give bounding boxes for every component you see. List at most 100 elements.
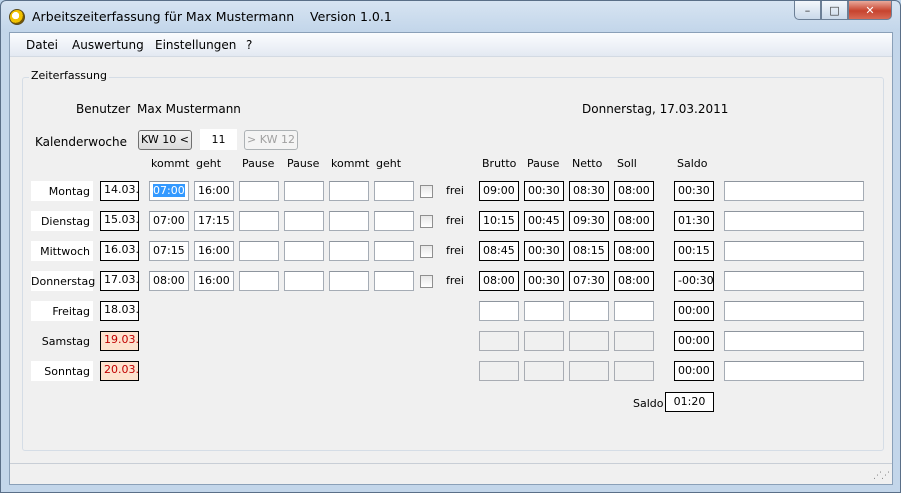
date-sonntag: 20.03. [100,361,139,381]
pause-mittwoch: 00:30 [524,241,564,261]
minimize-button[interactable]: – [794,1,821,20]
netto-sonntag [569,361,609,381]
netto-dienstag: 09:30 [569,211,609,231]
frei-checkbox-donnerstag[interactable] [420,275,433,288]
saldo-sonntag: 00:00 [674,361,714,381]
netto-donnerstag: 07:30 [569,271,609,291]
kommt-input-donnerstag[interactable]: 08:00 [149,271,189,291]
brutto-freitag [479,301,519,321]
pause1-input-mittwoch[interactable] [239,241,279,261]
week-label: Kalenderwoche [35,135,128,149]
day-label-sonntag: Sonntag [31,361,93,381]
kommt-input-montag[interactable]: 07:00 [149,181,189,201]
comment-input-samstag[interactable] [724,331,864,351]
header-netto: Netto [572,157,603,170]
group-title: Zeiterfassung [29,69,109,82]
netto-montag: 08:30 [569,181,609,201]
kommt2-input-mittwoch[interactable] [329,241,369,261]
pause1-input-montag[interactable] [239,181,279,201]
pause2-input-montag[interactable] [284,181,324,201]
pause1-input-dienstag[interactable] [239,211,279,231]
kommt2-input-donnerstag[interactable] [329,271,369,291]
header-kommt-2: kommt [331,157,370,170]
saldo-montag: 00:30 [674,181,714,201]
kommt2-input-montag[interactable] [329,181,369,201]
maximize-button[interactable]: □ [821,1,848,20]
geht-input-mittwoch[interactable]: 16:00 [194,241,234,261]
header-brutto: Brutto [482,157,517,170]
menu-datei[interactable]: Datei [26,38,58,52]
pause2-input-donnerstag[interactable] [284,271,324,291]
soll-mittwoch: 08:00 [614,241,654,261]
frei-label-montag: frei [446,184,464,197]
comment-input-mittwoch[interactable] [724,241,864,261]
geht2-input-dienstag[interactable] [374,211,414,231]
geht2-input-mittwoch[interactable] [374,241,414,261]
title-bar[interactable]: Arbeitszeiterfassung für Max Mustermann … [1,1,900,33]
day-label-freitag: Freitag [31,301,93,321]
header-pause: Pause [527,157,560,170]
soll-samstag [614,331,654,351]
close-button[interactable]: ✕ [848,1,892,20]
header-geht-2: geht [376,157,402,170]
menu-help[interactable]: ? [246,38,252,52]
pause-donnerstag: 00:30 [524,271,564,291]
header-pause-2: Pause [287,157,320,170]
client-area: Datei Auswertung Einstellungen ? Zeiterf… [9,32,893,485]
pause-dienstag: 00:45 [524,211,564,231]
soll-sonntag [614,361,654,381]
comment-input-donnerstag[interactable] [724,271,864,291]
geht-input-dienstag[interactable]: 17:15 [194,211,234,231]
pause-samstag [524,331,564,351]
prev-week-button[interactable]: KW 10 < [138,130,192,150]
app-window: Arbeitszeiterfassung für Max Mustermann … [0,0,901,493]
status-bar: ⋰⋰ [10,463,892,484]
pause-montag: 00:30 [524,181,564,201]
header-geht: geht [196,157,222,170]
saldo-freitag: 00:00 [674,301,714,321]
pause-sonntag [524,361,564,381]
user-label: Benutzer [76,102,131,116]
geht2-input-montag[interactable] [374,181,414,201]
kommt2-input-dienstag[interactable] [329,211,369,231]
kommt-input-dienstag[interactable]: 07:00 [149,211,189,231]
day-label-donnerstag: Donnerstag [31,271,95,291]
comment-input-montag[interactable] [724,181,864,201]
date-samstag: 19.03. [100,331,139,351]
resize-grip-icon[interactable]: ⋰⋰ [873,471,890,481]
menu-einstellungen[interactable]: Einstellungen [155,38,236,52]
menu-auswertung[interactable]: Auswertung [72,38,144,52]
window-title: Arbeitszeiterfassung für Max Mustermann … [32,9,392,24]
total-saldo-value: 01:20 [665,392,714,412]
geht-input-montag[interactable]: 16:00 [194,181,234,201]
comment-input-sonntag[interactable] [724,361,864,381]
frei-label-donnerstag: frei [446,274,464,287]
saldo-dienstag: 01:30 [674,211,714,231]
netto-mittwoch: 08:15 [569,241,609,261]
pause2-input-dienstag[interactable] [284,211,324,231]
pause2-input-mittwoch[interactable] [284,241,324,261]
header-soll: Soll [617,157,637,170]
geht-input-donnerstag[interactable]: 16:00 [194,271,234,291]
pause1-input-donnerstag[interactable] [239,271,279,291]
comment-input-freitag[interactable] [724,301,864,321]
frei-checkbox-mittwoch[interactable] [420,245,433,258]
header-pause-1: Pause [242,157,275,170]
user-name: Max Mustermann [137,102,241,116]
day-label-mittwoch: Mittwoch [31,241,93,261]
brutto-sonntag [479,361,519,381]
netto-samstag [569,331,609,351]
clock-icon [9,9,25,25]
header-saldo: Saldo [677,157,708,170]
frei-checkbox-dienstag[interactable] [420,215,433,228]
date-dienstag: 15.03. [100,211,139,231]
date-donnerstag: 17.03. [100,271,139,291]
brutto-samstag [479,331,519,351]
day-label-montag: Montag [31,181,93,201]
kommt-input-mittwoch[interactable]: 07:15 [149,241,189,261]
next-week-button[interactable]: > KW 12 [244,130,298,150]
frei-checkbox-montag[interactable] [420,185,433,198]
saldo-mittwoch: 00:15 [674,241,714,261]
geht2-input-donnerstag[interactable] [374,271,414,291]
comment-input-dienstag[interactable] [724,211,864,231]
